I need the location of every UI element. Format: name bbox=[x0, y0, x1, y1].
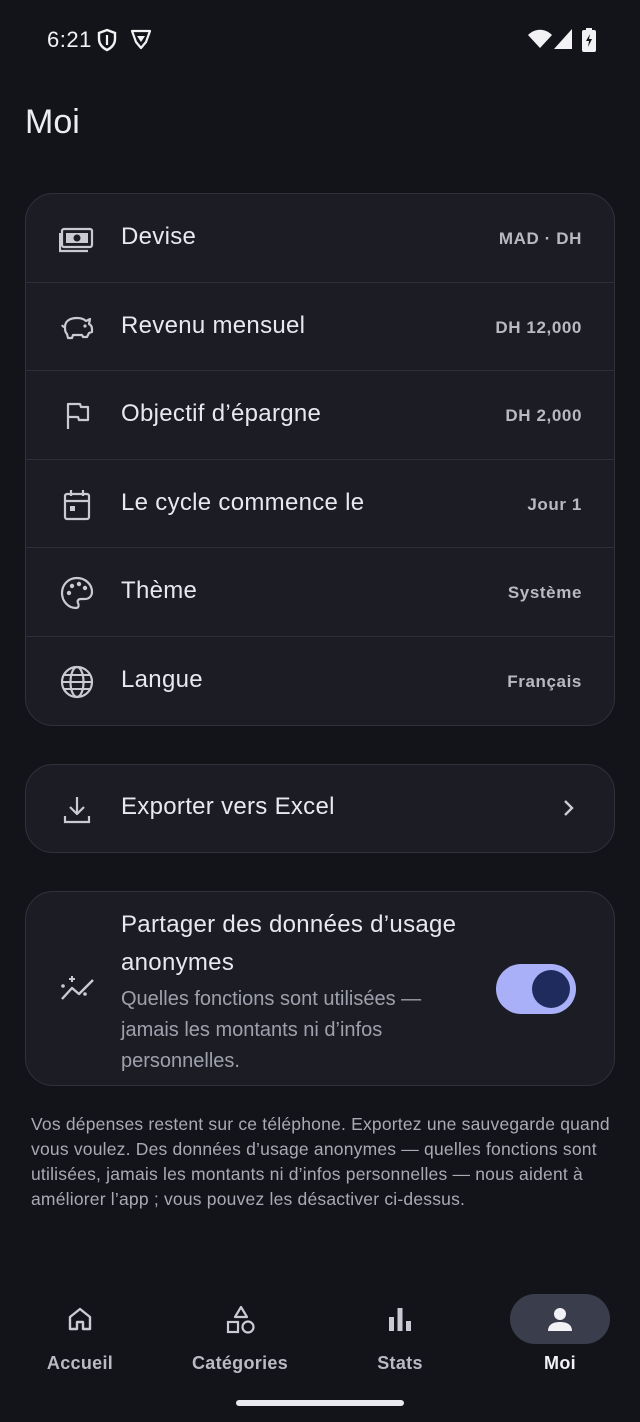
share-title: Partager des données d’usage anonymes bbox=[121, 911, 457, 976]
flag-icon bbox=[66, 403, 90, 430]
setting-row-savings-goal[interactable]: Objectif d’épargne DH 2,000 bbox=[26, 371, 614, 460]
stats-icon bbox=[389, 1308, 411, 1331]
setting-label: Devise bbox=[121, 223, 197, 250]
nav-label: Stats bbox=[377, 1353, 423, 1373]
palette-icon bbox=[60, 577, 94, 610]
nav-item-home[interactable]: Accueil bbox=[0, 1294, 160, 1394]
nav-icon-container bbox=[30, 1294, 130, 1344]
share-usage-card: Partager des données d’usage anonymes Qu… bbox=[25, 891, 615, 1086]
analytics-icon bbox=[61, 976, 94, 1000]
battery-charging-icon bbox=[582, 28, 596, 52]
setting-value: MAD · DH bbox=[498, 229, 582, 248]
download-icon bbox=[63, 797, 91, 824]
home-icon bbox=[68, 1307, 92, 1331]
share-description: Quelles fonctions sont utilisées — jamai… bbox=[121, 988, 422, 1072]
export-excel-button[interactable]: Exporter vers Excel bbox=[25, 764, 615, 853]
setting-row-cycle-start[interactable]: Le cycle commence le Jour 1 bbox=[26, 460, 614, 549]
settings-card: Devise MAD · DH Revenu mensuel DH 12,000… bbox=[25, 193, 615, 726]
setting-row-theme[interactable]: Thème Système bbox=[26, 548, 614, 637]
setting-value: Système bbox=[507, 583, 582, 603]
setting-row-currency[interactable]: Devise MAD · DH bbox=[26, 194, 614, 283]
setting-row-language[interactable]: Langue Français bbox=[26, 637, 614, 725]
status-bar: 6:21 bbox=[0, 0, 640, 82]
setting-value: DH 12,000 bbox=[495, 317, 582, 337]
setting-label: Revenu mensuel bbox=[121, 311, 306, 339]
nav-icon-container bbox=[510, 1294, 610, 1344]
chevron-right-icon bbox=[564, 800, 574, 816]
setting-label: Thème bbox=[121, 577, 198, 605]
page-title: Moi bbox=[25, 103, 80, 141]
vpn-icon bbox=[130, 29, 152, 50]
piggy-bank-icon bbox=[61, 316, 94, 339]
shield-icon bbox=[97, 28, 117, 52]
setting-value: DH 2,000 bbox=[505, 406, 582, 426]
export-label: Exporter vers Excel bbox=[121, 793, 335, 820]
nav-item-profile[interactable]: Moi bbox=[480, 1294, 640, 1394]
person-icon bbox=[548, 1308, 572, 1331]
setting-value: Français bbox=[507, 671, 582, 691]
setting-row-monthly-income[interactable]: Revenu mensuel DH 12,000 bbox=[26, 283, 614, 372]
setting-label: Le cycle commence le bbox=[121, 488, 365, 516]
nav-item-categories[interactable]: Catégories bbox=[160, 1294, 320, 1394]
toggle-knob bbox=[532, 970, 570, 1008]
home-indicator[interactable] bbox=[236, 1400, 404, 1406]
nav-label: Moi bbox=[544, 1353, 576, 1373]
cell-signal-icon bbox=[554, 29, 572, 49]
nav-item-stats[interactable]: Stats bbox=[320, 1294, 480, 1394]
nav-label: Accueil bbox=[46, 1353, 114, 1373]
globe-icon bbox=[60, 665, 94, 699]
wifi-icon bbox=[528, 29, 552, 48]
calendar-icon bbox=[63, 489, 91, 520]
nav-icon-container bbox=[350, 1294, 450, 1344]
cash-icon bbox=[59, 227, 94, 253]
setting-label: Langue bbox=[121, 665, 203, 693]
status-time: 6:21 bbox=[47, 27, 92, 52]
setting-value: Jour 1 bbox=[527, 494, 582, 514]
categories-icon bbox=[226, 1305, 255, 1334]
share-usage-toggle[interactable] bbox=[496, 964, 576, 1014]
nav-label: Catégories bbox=[191, 1353, 289, 1373]
nav-icon-container bbox=[190, 1294, 290, 1344]
privacy-note: Vos dépenses restent sur ce téléphone. E… bbox=[31, 1114, 610, 1209]
setting-label: Objectif d’épargne bbox=[121, 400, 322, 428]
